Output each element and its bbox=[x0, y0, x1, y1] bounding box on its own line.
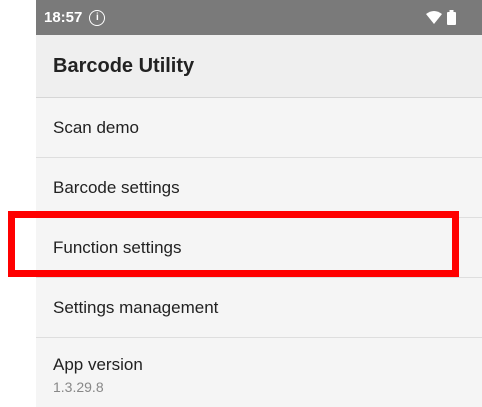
info-circle-icon: i bbox=[89, 9, 106, 26]
app-version-value: 1.3.29.8 bbox=[53, 378, 104, 395]
status-time: 18:57 bbox=[44, 9, 83, 26]
menu-item-scan-demo[interactable]: Scan demo bbox=[36, 98, 482, 158]
menu-item-settings-management[interactable]: Settings management bbox=[36, 278, 482, 338]
menu-item-function-settings[interactable]: Function settings bbox=[36, 218, 482, 278]
app-title: Barcode Utility bbox=[53, 54, 195, 77]
battery-icon bbox=[447, 10, 456, 25]
menu-item-barcode-settings[interactable]: Barcode settings bbox=[36, 158, 482, 218]
app-bar: Barcode Utility bbox=[36, 35, 482, 98]
menu-item-label: Function settings bbox=[53, 237, 182, 257]
menu-item-label: Settings management bbox=[53, 297, 219, 317]
menu-item-app-version[interactable]: App version 1.3.29.8 bbox=[36, 338, 482, 407]
menu-item-label: Barcode settings bbox=[53, 177, 180, 197]
status-bar: 18:57 i bbox=[36, 0, 482, 35]
menu-item-label: Scan demo bbox=[53, 117, 139, 137]
menu-item-label: App version bbox=[53, 354, 143, 374]
status-icons bbox=[426, 10, 456, 25]
wifi-icon bbox=[426, 11, 442, 24]
screen: 18:57 i Barcode Utility Scan demo Barcod… bbox=[36, 0, 482, 407]
